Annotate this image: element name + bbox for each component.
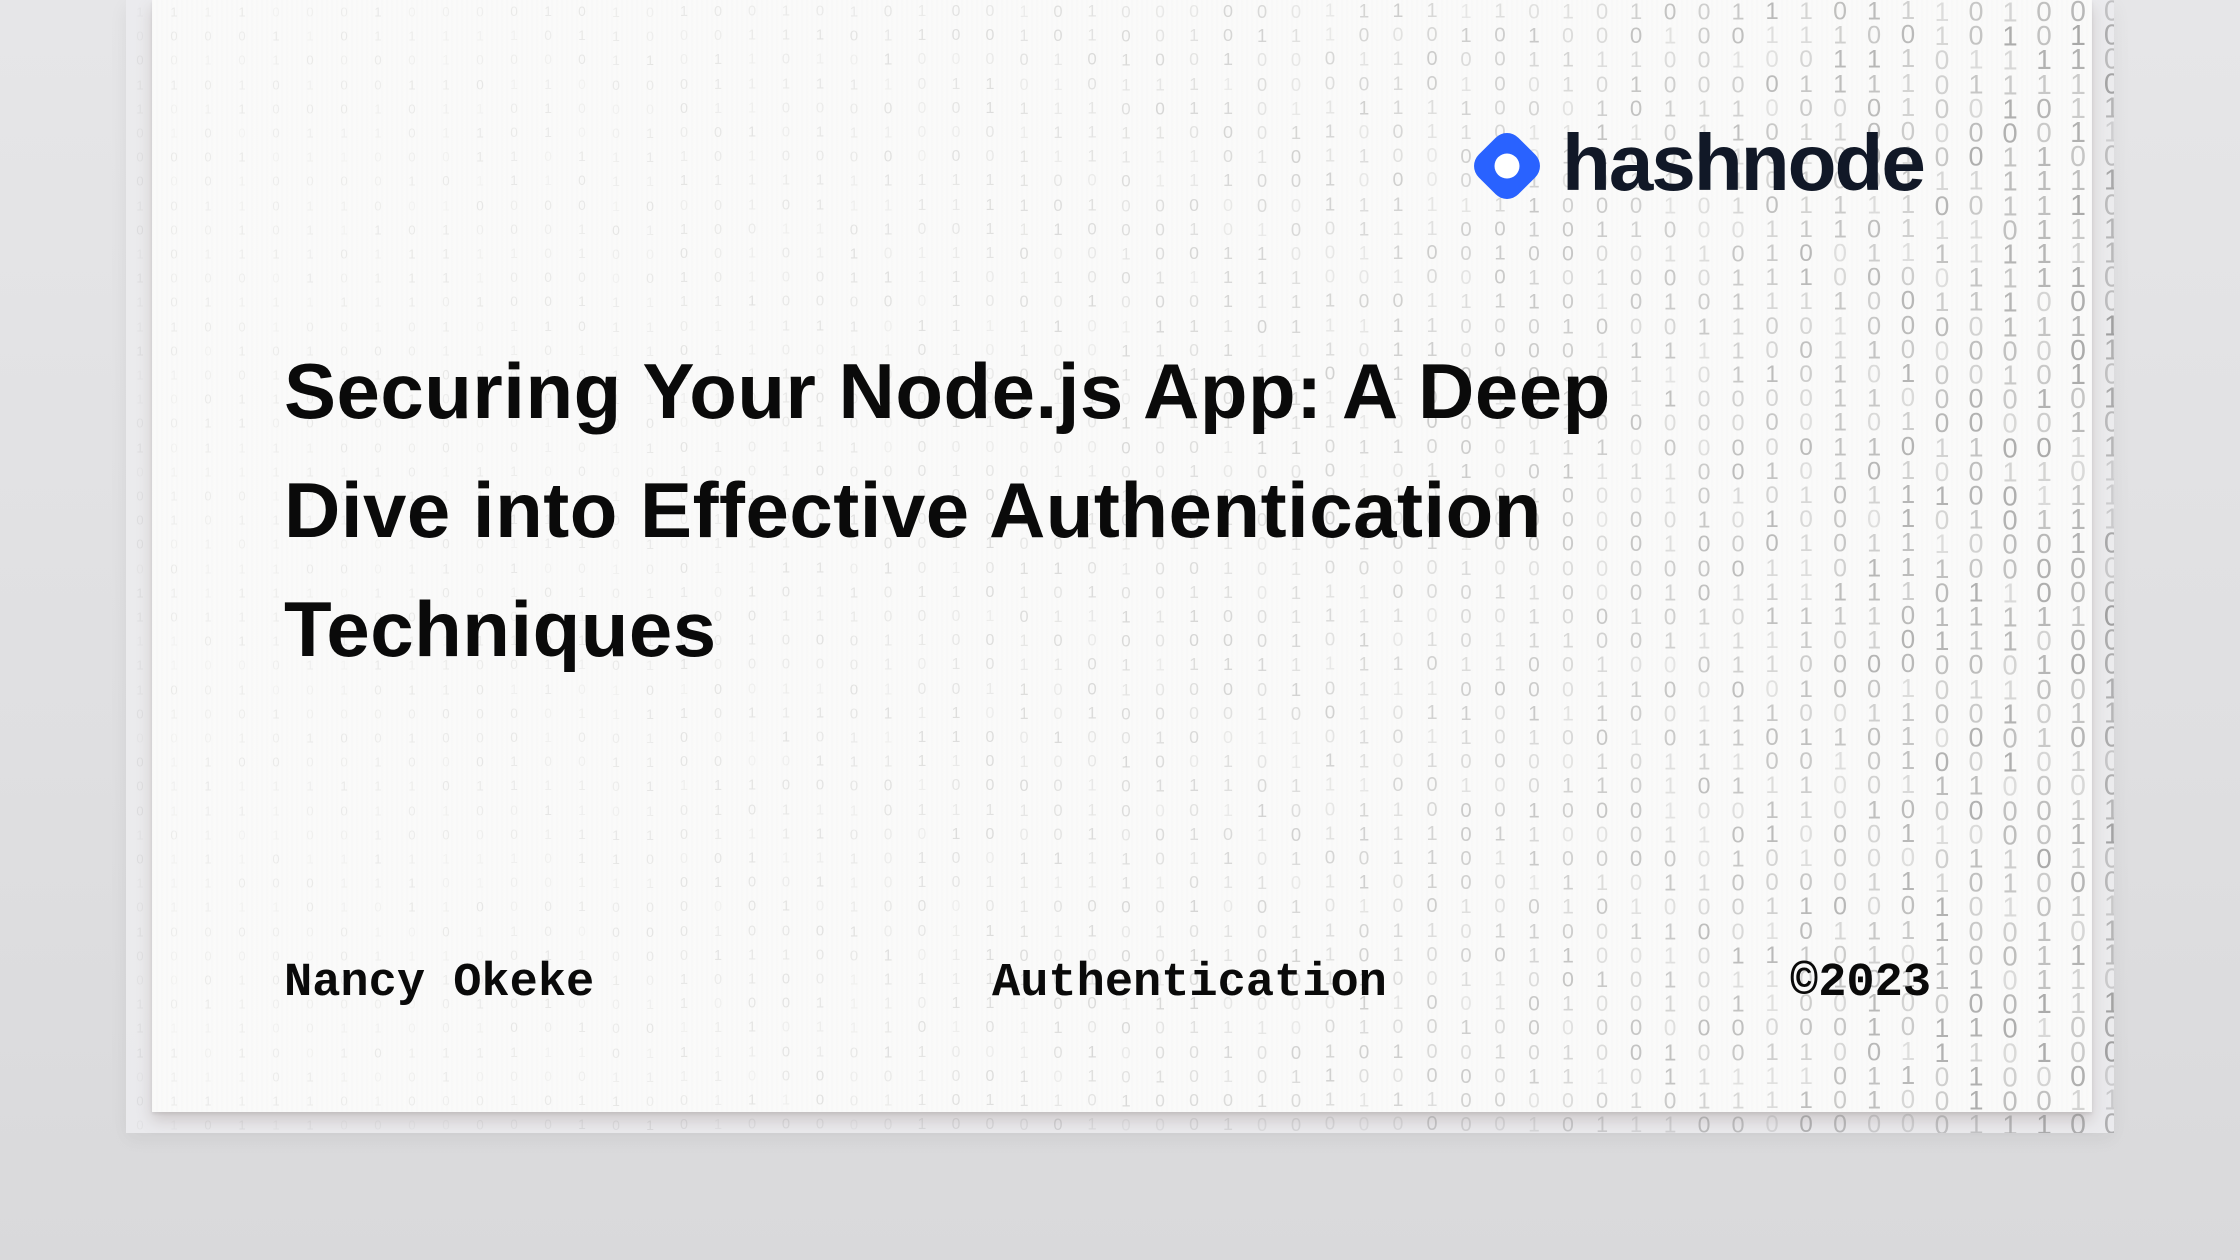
title-line: Securing Your Node.js App: A Deep xyxy=(284,332,1824,451)
category-tag: Authentication xyxy=(992,954,1387,1014)
article-title: Securing Your Node.js App: A Deep Dive i… xyxy=(284,332,1824,689)
title-line: Techniques xyxy=(284,570,1824,689)
brand-name: hashnode xyxy=(1562,123,1926,203)
hashnode-logo-icon xyxy=(1466,125,1548,207)
copyright-year: ©2023 xyxy=(1790,954,1931,1014)
title-line: Dive into Effective Authentication xyxy=(284,451,1824,570)
hashnode-logo[interactable]: hashnode xyxy=(1466,123,1926,208)
author-name: Nancy Okeke xyxy=(284,954,594,1014)
